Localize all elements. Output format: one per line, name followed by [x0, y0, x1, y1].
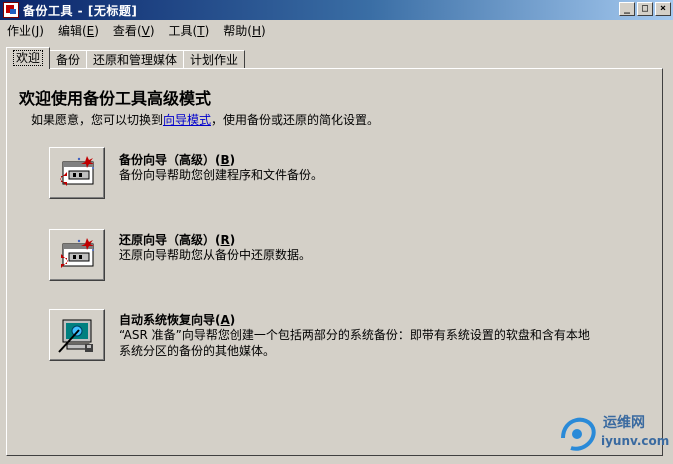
menu-job[interactable]: 作业(J) — [0, 21, 51, 41]
tab-restore-manage-media[interactable]: 还原和管理媒体 — [86, 50, 185, 69]
menu-bar: 作业(J) 编辑(E) 查看(V) 工具(T) 帮助(H) — [0, 20, 673, 42]
restore-wizard-icon — [61, 238, 94, 268]
close-button[interactable]: × — [655, 2, 671, 16]
restore-wizard-accel: R — [220, 233, 230, 247]
backup-wizard-button[interactable] — [49, 147, 105, 199]
maximize-button[interactable]: □ — [637, 2, 653, 16]
watermark-swirl-icon — [561, 417, 596, 451]
menu-edit-accel: E — [86, 24, 95, 38]
menu-tools[interactable]: 工具(T) — [162, 21, 217, 41]
tab-welcome-label: 欢迎 — [13, 50, 44, 66]
menu-edit[interactable]: 编辑(E) — [51, 21, 106, 41]
asr-wizard-title-text: 自动系统恢复向导 — [119, 313, 216, 327]
restore-wizard-desc: 还原向导帮助您从备份中还原数据。 — [119, 248, 312, 262]
restore-wizard-title: 还原向导（高级）(R) — [119, 233, 236, 247]
window-controls: _ □ × — [617, 2, 671, 16]
asr-wizard-button[interactable] — [49, 309, 105, 361]
asr-wizard-title: 自动系统恢复向导(A) — [119, 313, 236, 327]
window-title: 备份工具 - [无标题] — [23, 3, 138, 18]
restore-wizard-button[interactable] — [49, 229, 105, 281]
menu-tools-accel: T — [197, 24, 205, 38]
menu-help-label: 帮助 — [223, 24, 248, 38]
intro-text-before: 如果愿意，您可以切换到 — [31, 113, 164, 127]
welcome-panel: 欢迎使用备份工具高级模式 如果愿意，您可以切换到向导模式，使用备份或还原的简化设… — [6, 68, 663, 456]
page-title: 欢迎使用备份工具高级模式 — [19, 89, 212, 108]
backup-wizard-title-text: 备份向导（高级） — [119, 153, 216, 167]
menu-tools-label: 工具 — [168, 24, 193, 38]
watermark-url: iyunv.com — [601, 434, 670, 448]
menu-edit-label: 编辑 — [57, 24, 82, 38]
tab-strip: 欢迎 备份 还原和管理媒体 计划作业 — [6, 47, 246, 69]
watermark-logo: 运维网 iyunv.com — [557, 408, 670, 458]
menu-help[interactable]: 帮助(H) — [216, 21, 272, 41]
wizard-mode-link[interactable]: 向导模式 — [163, 113, 211, 127]
menu-help-accel: H — [251, 24, 261, 38]
intro-text: 如果愿意，您可以切换到向导模式，使用备份或还原的简化设置。 — [31, 111, 379, 128]
backup-wizard-desc: 备份向导帮助您创建程序和文件备份。 — [119, 168, 324, 182]
watermark-name: 运维网 — [603, 415, 645, 431]
tab-welcome[interactable]: 欢迎 — [6, 47, 51, 69]
backup-wizard-title: 备份向导（高级）(B) — [119, 153, 236, 167]
menu-job-accel: J — [35, 24, 40, 38]
restore-wizard-title-text: 还原向导（高级） — [119, 233, 216, 247]
backup-wizard-icon — [60, 156, 94, 186]
asr-wizard-desc-line-2: 系统分区的备份的其他媒体。 — [119, 344, 276, 358]
menu-view-accel: V — [141, 24, 150, 38]
tab-backup[interactable]: 备份 — [49, 50, 88, 69]
asr-wizard-icon — [58, 319, 93, 353]
asr-wizard-desc-line-1: “ASR 准备”向导帮您创建一个包括两部分的系统备份：即带有系统设置的软盘和含有… — [119, 328, 590, 342]
asr-wizard-accel: A — [220, 313, 230, 327]
tab-schedule-jobs[interactable]: 计划作业 — [183, 50, 246, 69]
minimize-button[interactable]: _ — [619, 2, 635, 16]
menu-view-label: 查看 — [112, 24, 137, 38]
app-icon — [3, 2, 19, 18]
intro-text-after: ，使用备份或还原的简化设置。 — [211, 113, 380, 127]
menu-view[interactable]: 查看(V) — [106, 21, 162, 41]
menu-job-label: 作业 — [7, 24, 32, 38]
title-bar: 备份工具 - [无标题] _ □ × — [0, 0, 673, 20]
backup-wizard-accel: B — [220, 153, 230, 167]
